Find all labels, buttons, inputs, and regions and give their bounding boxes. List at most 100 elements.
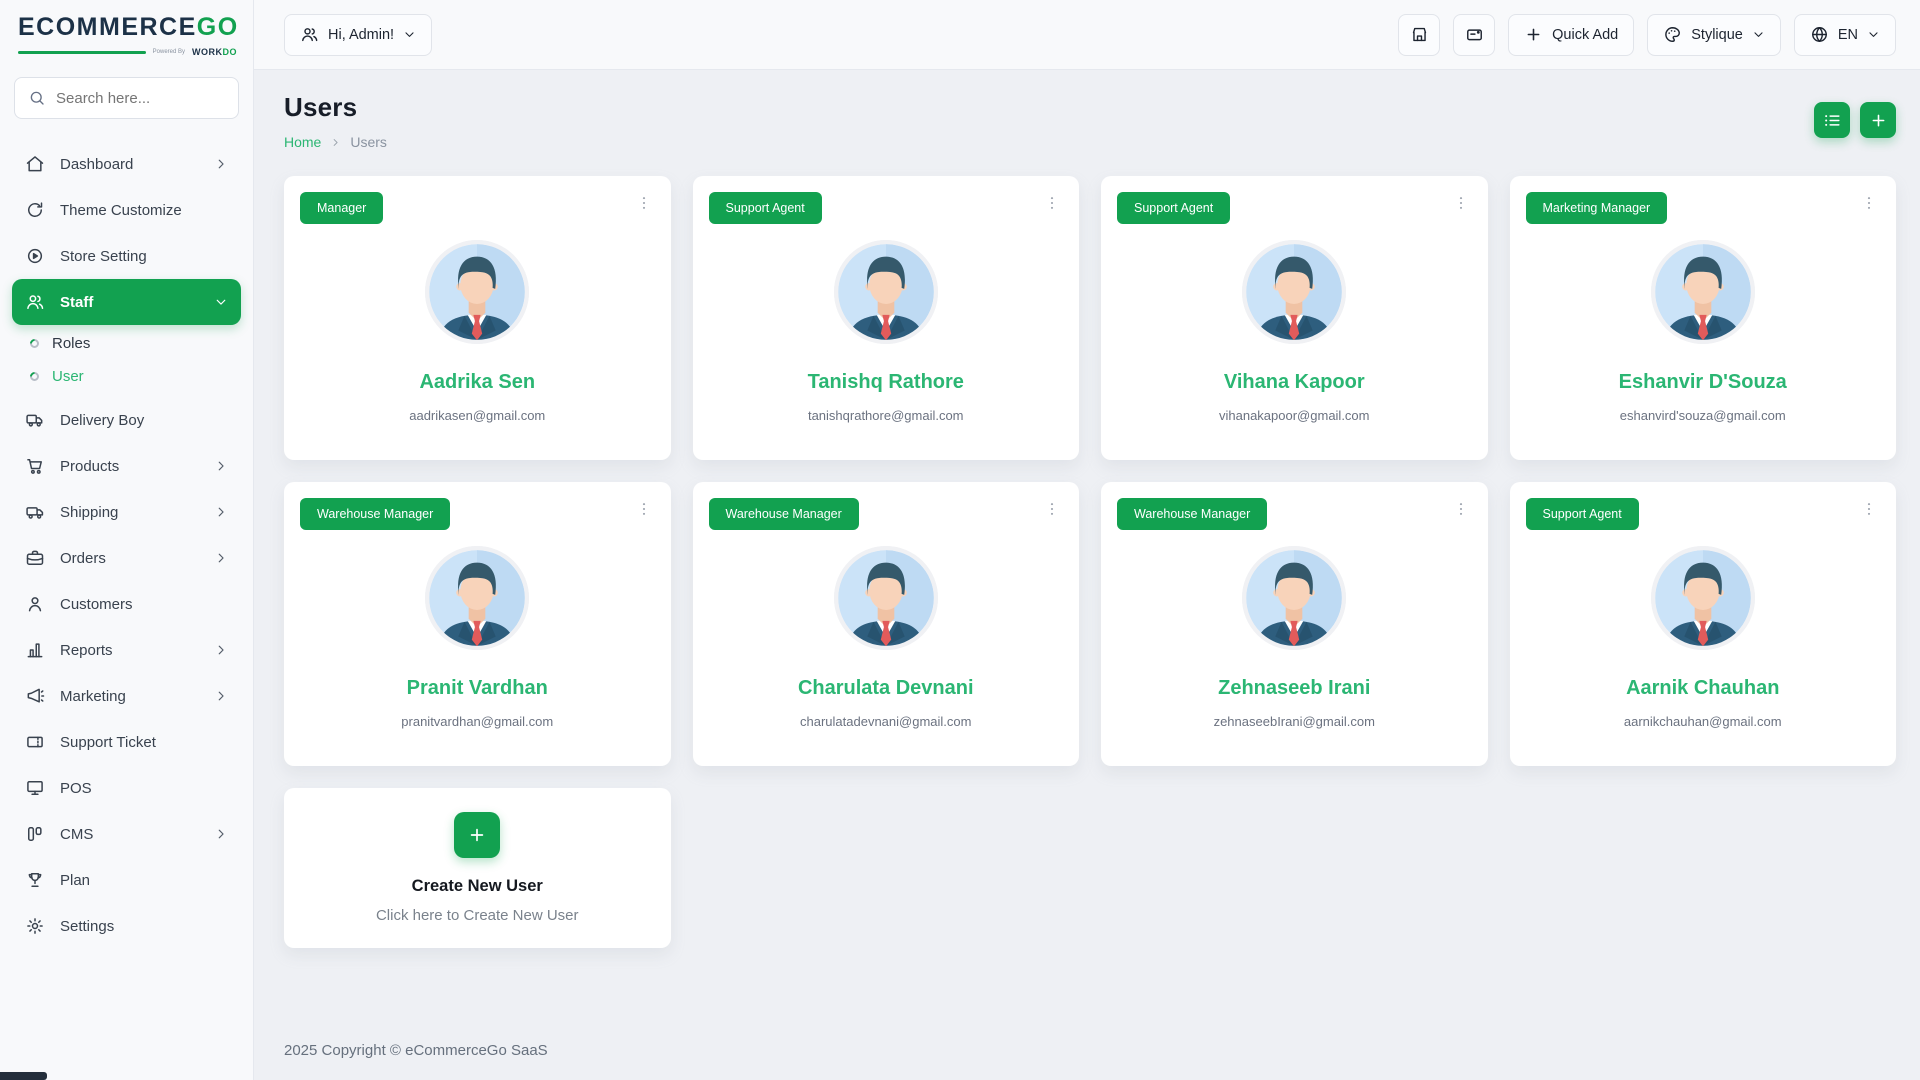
- more-options-icon[interactable]: [1450, 498, 1472, 520]
- chevron-down-icon: [1752, 28, 1765, 41]
- bullet-icon: [28, 370, 41, 383]
- user-name[interactable]: Eshanvir D'Souza: [1526, 371, 1881, 394]
- search-input[interactable]: [56, 90, 225, 107]
- avatar: [1651, 240, 1755, 344]
- sidebar-search: [14, 77, 239, 119]
- more-options-icon[interactable]: [1858, 498, 1880, 520]
- sidebar-item-cms[interactable]: CMS: [12, 811, 241, 857]
- logo-text: ECOMMERCEGO: [18, 15, 237, 40]
- chevron-down-icon: [214, 295, 228, 309]
- more-options-icon[interactable]: [633, 498, 655, 520]
- more-options-icon[interactable]: [1041, 498, 1063, 520]
- plan-icon: [25, 870, 45, 890]
- sidebar-item-plan[interactable]: Plan: [12, 857, 241, 903]
- sidebar-item-label: Store Setting: [60, 248, 147, 265]
- orders-icon: [25, 548, 45, 568]
- staff-icon: [25, 292, 45, 312]
- breadcrumb-home-link[interactable]: Home: [284, 134, 321, 150]
- role-badge: Warehouse Manager: [300, 498, 450, 530]
- palette-icon: [1663, 25, 1682, 44]
- sidebar-item-store-setting[interactable]: Store Setting: [12, 233, 241, 279]
- user-name[interactable]: Aadrika Sen: [300, 371, 655, 394]
- create-new-user-card[interactable]: Create New User Click here to Create New…: [284, 788, 671, 948]
- sidebar-item-theme-customize[interactable]: Theme Customize: [12, 187, 241, 233]
- sidebar-subitem-user[interactable]: User: [30, 360, 241, 393]
- store-setting-icon: [25, 246, 45, 266]
- user-name[interactable]: Pranit Vardhan: [300, 677, 655, 700]
- more-options-icon[interactable]: [1450, 192, 1472, 214]
- powered-by-label: Powered By: [153, 49, 185, 55]
- storefront-button[interactable]: [1398, 14, 1440, 56]
- more-options-icon[interactable]: [1858, 192, 1880, 214]
- sidebar-item-dashboard[interactable]: Dashboard: [12, 141, 241, 187]
- more-options-icon[interactable]: [1041, 192, 1063, 214]
- user-name[interactable]: Aarnik Chauhan: [1526, 677, 1881, 700]
- role-badge: Warehouse Manager: [1117, 498, 1267, 530]
- workdo-logo: WORKDO: [192, 47, 237, 57]
- more-options-icon[interactable]: [633, 192, 655, 214]
- sidebar-item-support-ticket[interactable]: Support Ticket: [12, 719, 241, 765]
- sidebar-item-label: POS: [60, 780, 92, 797]
- sidebar-item-settings[interactable]: Settings: [12, 903, 241, 949]
- user-card: Support Agent Vihana Kapoor vihanakapoor…: [1101, 176, 1488, 460]
- copyright-text: 2025 Copyright © eCommerceGo SaaS: [284, 1042, 548, 1059]
- role-badge: Marketing Manager: [1526, 192, 1668, 224]
- user-email: vihanakapoor@gmail.com: [1117, 408, 1472, 423]
- chevron-right-icon: [214, 689, 228, 703]
- avatar: [1242, 240, 1346, 344]
- sidebar-item-label: Support Ticket: [60, 734, 156, 751]
- sidebar-item-label: Dashboard: [60, 156, 133, 173]
- sidebar-subitem-label: User: [52, 368, 84, 385]
- sidebar: ECOMMERCEGO Powered By WORKDO Dashboard …: [0, 0, 254, 1080]
- create-user-plus-button[interactable]: [454, 812, 500, 858]
- list-icon: [1823, 111, 1842, 130]
- add-user-button[interactable]: [1860, 102, 1896, 138]
- sidebar-item-label: Orders: [60, 550, 106, 567]
- language-select-button[interactable]: EN: [1794, 14, 1896, 56]
- search-icon: [28, 89, 46, 107]
- sidebar-item-orders[interactable]: Orders: [12, 535, 241, 581]
- user-name[interactable]: Vihana Kapoor: [1117, 371, 1472, 394]
- list-view-button[interactable]: [1814, 102, 1850, 138]
- cms-icon: [25, 824, 45, 844]
- logo[interactable]: ECOMMERCEGO Powered By WORKDO: [0, 0, 253, 57]
- theme-icon: [25, 200, 45, 220]
- theme-select-button[interactable]: Stylique: [1647, 14, 1781, 56]
- plus-icon: [1524, 25, 1543, 44]
- user-email: tanishqrathore@gmail.com: [709, 408, 1064, 423]
- sidebar-item-reports[interactable]: Reports: [12, 627, 241, 673]
- sidebar-item-label: CMS: [60, 826, 93, 843]
- sidebar-item-delivery-boy[interactable]: Delivery Boy: [12, 397, 241, 443]
- avatar: [834, 546, 938, 650]
- role-badge: Support Agent: [1117, 192, 1230, 224]
- sidebar-item-staff[interactable]: Staff: [12, 279, 241, 325]
- role-badge: Support Agent: [709, 192, 822, 224]
- user-email: charulatadevnani@gmail.com: [709, 714, 1064, 729]
- sidebar-subitem-label: Roles: [52, 335, 90, 352]
- sidebar-item-marketing[interactable]: Marketing: [12, 673, 241, 719]
- user-name[interactable]: Tanishq Rathore: [709, 371, 1064, 394]
- quick-add-button[interactable]: Quick Add: [1508, 14, 1634, 56]
- create-user-subtitle: Click here to Create New User: [376, 907, 579, 924]
- breadcrumb-current: Users: [350, 134, 387, 150]
- sidebar-item-customers[interactable]: Customers: [12, 581, 241, 627]
- content: Users Home Users Manager: [254, 70, 1920, 1042]
- messages-button[interactable]: [1453, 14, 1495, 56]
- shipping-icon: [25, 502, 45, 522]
- user-name[interactable]: Zehnaseeb Irani: [1117, 677, 1472, 700]
- admin-menu-button[interactable]: Hi, Admin!: [284, 14, 432, 56]
- customers-icon: [25, 594, 45, 614]
- sidebar-item-pos[interactable]: POS: [12, 765, 241, 811]
- sidebar-item-products[interactable]: Products: [12, 443, 241, 489]
- sidebar-item-shipping[interactable]: Shipping: [12, 489, 241, 535]
- home-icon: [25, 154, 45, 174]
- reports-icon: [25, 640, 45, 660]
- user-name[interactable]: Charulata Devnani: [709, 677, 1064, 700]
- avatar: [425, 240, 529, 344]
- horizontal-scrollbar-thumb[interactable]: [0, 1072, 47, 1080]
- sidebar-item-label: Plan: [60, 872, 90, 889]
- topbar: Hi, Admin! Quick Add Stylique EN: [254, 0, 1920, 70]
- sidebar-subitem-roles[interactable]: Roles: [30, 327, 241, 360]
- settings-icon: [25, 916, 45, 936]
- plus-icon: [1869, 111, 1888, 130]
